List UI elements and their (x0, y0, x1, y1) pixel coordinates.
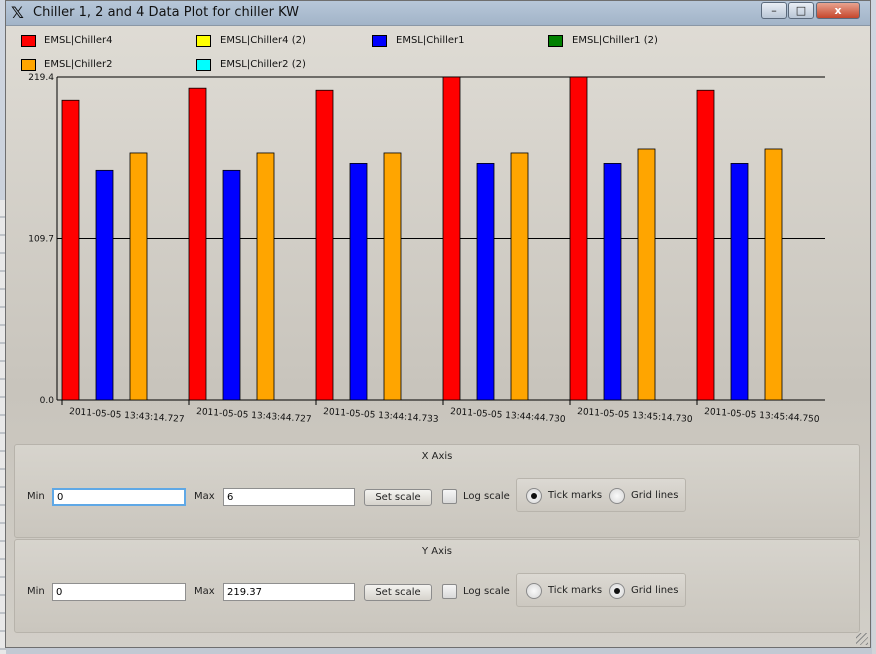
x-axis-panel: X Axis Min Max Set scale Log scale Tick … (14, 444, 860, 538)
bar-emsl-chiller1-2 (349, 163, 368, 401)
y-min-label: Min (27, 586, 45, 597)
y-tick-marks-radio[interactable] (526, 583, 542, 599)
y-grid-lines-radio[interactable] (609, 583, 625, 599)
y-grid-lines-label: Grid lines (631, 585, 679, 596)
bar-emsl-chiller2-1 (256, 152, 275, 401)
x-tick-marks-radio[interactable] (526, 488, 542, 504)
x-grid-lines-radio[interactable] (609, 488, 625, 504)
x-set-scale-button[interactable]: Set scale (364, 489, 432, 506)
x-max-label: Max (194, 491, 215, 502)
x-log-scale-checkbox[interactable] (442, 489, 457, 504)
bar-emsl-chiller4-2 (315, 89, 334, 401)
y-max-input[interactable] (223, 583, 355, 601)
y-tick-marks-label: Tick marks (548, 585, 603, 596)
x-tick-label-3: 2011-05-05 13:44:44.730 (450, 407, 566, 425)
x-tick-label-4: 2011-05-05 13:45:14.730 (577, 407, 693, 425)
y-min-input[interactable] (52, 583, 186, 601)
x-tick-marks-label: Tick marks (548, 490, 603, 501)
bar-emsl-chiller2-3 (510, 152, 529, 401)
x-display-options: Tick marks Grid lines (516, 478, 686, 512)
y-tick-label-0: 219.4 (28, 73, 54, 83)
bar-emsl-chiller4-4 (569, 76, 588, 401)
x-tick-label-2: 2011-05-05 13:44:14.733 (323, 407, 439, 425)
x-grid-lines-label: Grid lines (631, 490, 679, 501)
bar-emsl-chiller2-0 (129, 152, 148, 401)
x-min-label: Min (27, 491, 45, 502)
bar-emsl-chiller4-0 (61, 99, 80, 401)
bar-emsl-chiller1-1 (222, 169, 241, 401)
x-log-scale-label: Log scale (463, 491, 510, 502)
y-max-label: Max (194, 586, 215, 597)
y-axis-panel: Y Axis Min Max Set scale Log scale Tick … (14, 539, 860, 633)
bar-emsl-chiller4-5 (696, 89, 715, 401)
background-window-edge-right (872, 190, 876, 654)
y-tick-label-2: 0.0 (40, 396, 55, 406)
bar-chart: 219.4 109.7 0.0 2011-05-05 13:43:14.727 2011… (28, 73, 825, 425)
y-tick-label-1: 109.7 (28, 235, 54, 245)
y-display-options: Tick marks Grid lines (516, 573, 686, 607)
x-tick-label-1: 2011-05-05 13:43:44.727 (196, 407, 312, 425)
bar-emsl-chiller1-5 (730, 163, 749, 401)
x-axis-panel-title: X Axis (421, 451, 453, 462)
y-log-scale-checkbox[interactable] (442, 584, 457, 599)
bar-emsl-chiller1-3 (476, 163, 495, 401)
bar-emsl-chiller4-3 (442, 76, 461, 401)
x-tick-label-0: 2011-05-05 13:43:14.727 (69, 407, 185, 425)
x-tick-label-5: 2011-05-05 13:45:44.750 (704, 407, 820, 425)
x-max-input[interactable] (223, 488, 355, 506)
bar-emsl-chiller1-0 (95, 169, 114, 401)
bar-emsl-chiller4-1 (188, 87, 207, 401)
resize-grip-icon[interactable] (856, 633, 868, 645)
y-log-scale-label: Log scale (463, 586, 510, 597)
bar-emsl-chiller2-4 (637, 148, 656, 401)
bar-emsl-chiller2-2 (383, 152, 402, 401)
x-min-input[interactable] (52, 488, 186, 506)
y-axis-panel-title: Y Axis (421, 546, 453, 557)
y-set-scale-button[interactable]: Set scale (364, 584, 432, 601)
bar-emsl-chiller1-4 (603, 163, 622, 401)
bar-emsl-chiller2-5 (764, 148, 783, 401)
plot-window: 𝕏 Chiller 1, 2 and 4 Data Plot for chill… (5, 0, 871, 648)
